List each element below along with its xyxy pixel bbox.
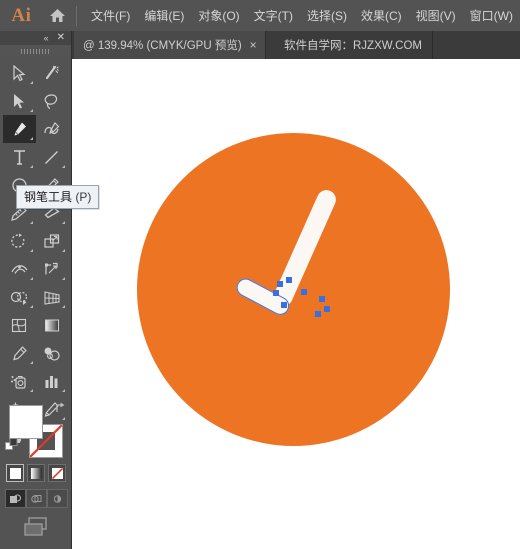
menu-edit[interactable]: 编辑(E) [137, 4, 191, 27]
draw-behind-button[interactable] [25, 489, 47, 508]
home-icon[interactable] [43, 8, 72, 23]
gradient-tool[interactable] [36, 311, 69, 339]
tools-panel: « ✕ 钢笔工具 (P) [0, 31, 100, 549]
color-mode-row [0, 464, 72, 482]
site-tab-label: 软件自学网：RJZXW.COM [284, 40, 422, 52]
menu-items: 文件(F) 编辑(E) 对象(O) 文字(T) 选择(S) 效果(C) 视图(V… [84, 4, 520, 27]
none-mode-button[interactable] [48, 464, 66, 482]
tool-corner-icon [29, 361, 33, 364]
tool-corner-icon [62, 165, 65, 168]
magic-wand-tool[interactable] [36, 59, 69, 87]
symbol-sprayer-tool[interactable] [3, 367, 36, 395]
default-fill-stroke-icon[interactable] [5, 438, 19, 457]
menu-object[interactable]: 对象(O) [191, 4, 246, 27]
tool-grid [0, 57, 71, 451]
color-controls [0, 401, 72, 543]
column-graph-tool[interactable] [36, 367, 69, 395]
menu-bar: Ai 文件(F) 编辑(E) 对象(O) 文字(T) 选择(S) 效果(C) 视… [0, 0, 520, 31]
artboard-canvas[interactable] [74, 59, 520, 549]
site-tab[interactable]: 软件自学网：RJZXW.COM [272, 31, 433, 59]
illustrator-window: Ai 文件(F) 编辑(E) 对象(O) 文字(T) 选择(S) 效果(C) 视… [0, 0, 520, 549]
type-tool[interactable] [3, 143, 36, 171]
direct-selection-tool[interactable] [3, 87, 36, 115]
menu-type[interactable]: 文字(T) [247, 4, 300, 27]
menu-file[interactable]: 文件(F) [84, 4, 137, 27]
color-mode-button[interactable] [6, 464, 24, 482]
change-screen-mode-button[interactable] [21, 516, 51, 543]
width-tool[interactable] [3, 255, 36, 283]
tool-corner-icon [62, 249, 65, 252]
line-segment-tool[interactable] [36, 143, 69, 171]
tool-corner-icon [29, 221, 33, 224]
tool-corner-icon [29, 389, 33, 392]
screen-mode-row [0, 516, 72, 543]
tool-corner-icon [29, 165, 33, 168]
draw-inside-button[interactable] [46, 489, 68, 508]
document-tab-bar: @ 139.94% (CMYK/GPU 预览) × 软件自学网：RJZXW.CO… [0, 31, 520, 59]
menu-divider [76, 5, 77, 26]
tooltip-shortcut: (P) [75, 190, 92, 204]
menu-effect[interactable]: 效果(C) [354, 4, 409, 27]
tool-corner-icon [29, 137, 33, 140]
blend-tool[interactable] [36, 339, 69, 367]
anchor-point[interactable] [273, 290, 279, 296]
tool-corner-icon [29, 109, 33, 112]
scale-tool[interactable] [36, 227, 69, 255]
fill-swatch[interactable] [9, 405, 43, 439]
solid-color-icon [9, 467, 21, 479]
selection-tool[interactable] [3, 59, 36, 87]
tools-panel-header: « ✕ [0, 31, 71, 45]
eyedropper-tool[interactable] [3, 339, 36, 367]
tooltip-text: 钢笔工具 [24, 190, 73, 204]
gradient-icon [30, 467, 42, 479]
app-logo: Ai [11, 4, 32, 26]
tool-corner-icon [29, 81, 33, 84]
tool-corner-icon [29, 249, 33, 252]
anchor-point[interactable] [281, 302, 287, 308]
perspective-grid-tool[interactable] [36, 283, 69, 311]
anchor-point[interactable] [324, 306, 330, 312]
tool-corner-icon [62, 277, 65, 280]
anchor-point[interactable] [277, 281, 283, 287]
document-tab[interactable]: @ 139.94% (CMYK/GPU 预览) × [74, 31, 266, 59]
draw-normal-button[interactable] [4, 489, 26, 508]
draw-mode-row [0, 489, 72, 508]
swap-fill-stroke-icon[interactable] [54, 401, 67, 419]
collapse-icon[interactable]: « [44, 33, 49, 43]
curvature-tool[interactable] [36, 115, 69, 143]
anchor-point[interactable] [301, 289, 307, 295]
pen-tool[interactable] [3, 115, 36, 143]
menu-view[interactable]: 视图(V) [409, 4, 463, 27]
menu-window[interactable]: 窗口(W) [463, 4, 520, 27]
shape-builder-tool[interactable] [3, 283, 36, 311]
grip-dots-icon [20, 48, 51, 54]
close-icon[interactable]: ✕ [57, 33, 65, 43]
tool-corner-icon [62, 221, 65, 224]
rotate-tool[interactable] [3, 227, 36, 255]
tool-corner-icon [29, 305, 33, 308]
menu-select[interactable]: 选择(S) [300, 4, 354, 27]
mesh-tool[interactable] [3, 311, 36, 339]
anchor-point[interactable] [286, 277, 292, 283]
tool-corner-icon [62, 305, 65, 308]
lasso-tool[interactable] [36, 87, 69, 115]
anchor-point[interactable] [319, 296, 325, 302]
gradient-mode-button[interactable] [27, 464, 45, 482]
free-transform-tool[interactable] [36, 255, 69, 283]
fill-stroke-wrap [5, 401, 67, 459]
tool-corner-icon [29, 277, 33, 280]
no-color-icon [51, 467, 63, 479]
anchor-point[interactable] [315, 311, 321, 317]
tool-corner-icon [62, 389, 65, 392]
close-icon[interactable]: × [250, 39, 257, 51]
panel-grip[interactable] [0, 45, 71, 57]
document-tab-label: @ 139.94% (CMYK/GPU 预览) [83, 40, 242, 52]
tool-tooltip: 钢笔工具 (P) [16, 185, 100, 209]
